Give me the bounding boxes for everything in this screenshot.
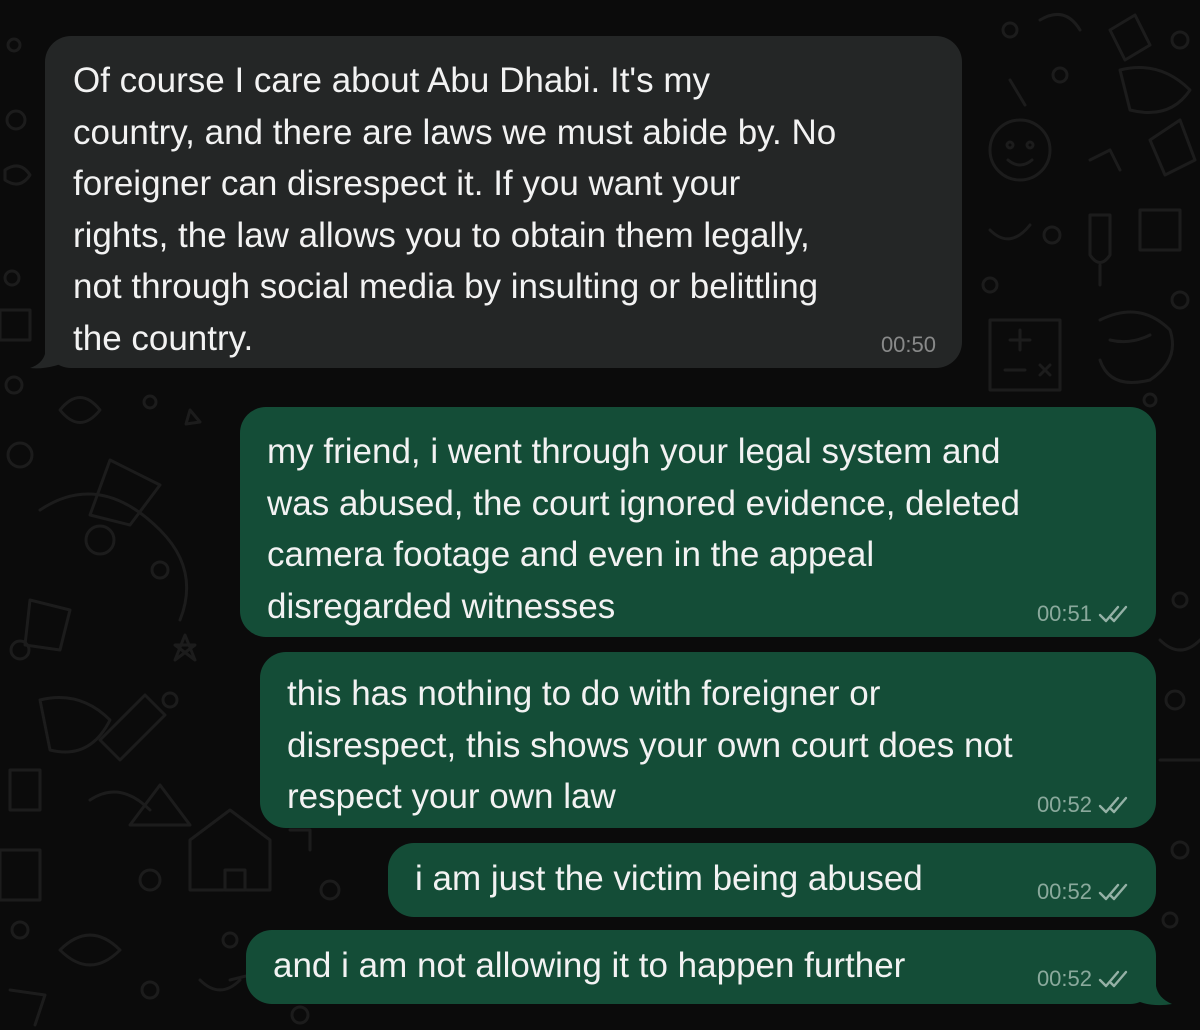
outgoing-bubble-tail xyxy=(1130,976,1172,1006)
message-timestamp: 00:52 xyxy=(1036,966,1092,991)
double-check-icon xyxy=(1098,795,1130,815)
double-check-icon xyxy=(1098,969,1130,989)
outgoing-message-bubble[interactable]: this has nothing to do with foreigner or… xyxy=(260,652,1156,828)
outgoing-message-bubble[interactable]: and i am not allowing it to happen furth… xyxy=(246,930,1156,1004)
double-check-icon xyxy=(1098,882,1130,902)
message-meta: 00:52 xyxy=(1037,792,1130,818)
message-timestamp: 00:50 xyxy=(880,332,936,357)
message-text: this has nothing to do with foreigner or… xyxy=(287,674,1013,816)
incoming-message-bubble[interactable]: Of course I care about Abu Dhabi. It's m… xyxy=(45,36,962,368)
message-text: my friend, i went through your legal sys… xyxy=(267,432,1021,626)
double-check-icon xyxy=(1098,604,1130,624)
message-meta: 00:52 xyxy=(1037,879,1130,905)
message-meta: 00:51 xyxy=(1037,601,1130,627)
message-meta: 00:52 xyxy=(1037,966,1130,992)
outgoing-message-bubble[interactable]: my friend, i went through your legal sys… xyxy=(240,407,1156,637)
outgoing-message-bubble[interactable]: i am just the victim being abused 00:52 xyxy=(388,843,1156,917)
message-text: Of course I care about Abu Dhabi. It's m… xyxy=(73,61,837,358)
message-timestamp: 00:52 xyxy=(1036,879,1092,904)
incoming-bubble-tail xyxy=(30,340,70,369)
message-text: i am just the victim being abused xyxy=(415,859,923,898)
message-text: and i am not allowing it to happen furth… xyxy=(273,946,906,985)
message-timestamp: 00:52 xyxy=(1036,792,1092,817)
message-timestamp: 00:51 xyxy=(1036,601,1092,626)
message-meta: 00:50 xyxy=(881,332,936,358)
